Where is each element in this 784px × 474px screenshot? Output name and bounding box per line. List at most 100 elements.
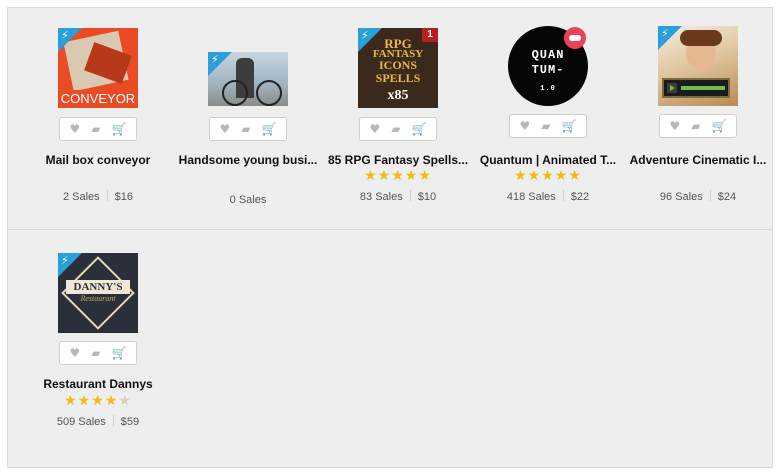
- thumbnail-artwork: [680, 30, 722, 46]
- stats-separator: [112, 415, 114, 426]
- star-icon: ★: [364, 168, 378, 184]
- stats-separator: [106, 190, 108, 201]
- count-badge: 1: [422, 28, 438, 42]
- lightning-icon: ⚡: [61, 29, 69, 42]
- star-icon: ★: [418, 168, 432, 184]
- item-actions: ♥ ▰ 🛒: [509, 114, 587, 138]
- sales-count: 2 Sales: [62, 191, 100, 203]
- lightning-icon: ⚡: [661, 27, 669, 40]
- star-icon: ★: [514, 168, 528, 184]
- thumbnail-text: ICONS: [378, 58, 417, 72]
- item-title[interactable]: Quantum | Animated T...: [473, 153, 623, 167]
- item-title[interactable]: Adventure Cinematic I...: [623, 153, 773, 167]
- item-actions: ♥ ▰ 🛒: [659, 114, 737, 138]
- play-icon: [667, 83, 677, 93]
- item-title[interactable]: 85 RPG Fantasy Spells...: [323, 153, 473, 167]
- item-thumbnail[interactable]: CONVEYOR ⚡: [58, 28, 138, 108]
- item-actions: ♥ ▰ 🛒: [59, 117, 137, 141]
- lightning-icon: ⚡: [61, 254, 69, 267]
- star-icon: ★: [404, 168, 419, 184]
- cart-icon[interactable]: 🛒: [112, 122, 127, 136]
- lightning-icon: ⚡: [211, 53, 219, 66]
- video-player: [662, 78, 730, 98]
- heart-icon[interactable]: ♥: [370, 122, 381, 136]
- thumbnail-text: SPELLS: [375, 71, 421, 85]
- sales-count: 418 Sales: [506, 191, 556, 203]
- featured-badge: ⚡: [58, 253, 82, 277]
- price: $24: [717, 191, 737, 203]
- thumbnail-text: QUAN: [531, 48, 565, 62]
- heart-icon[interactable]: ♥: [220, 122, 231, 136]
- thumbnail-text: DANNY'S: [66, 280, 130, 294]
- stats-separator: [562, 190, 564, 201]
- star-icon: ★: [568, 168, 582, 184]
- star-icon: ★: [527, 168, 542, 184]
- thumbnail-artwork: [256, 80, 282, 106]
- heart-icon[interactable]: ♥: [70, 346, 81, 360]
- items-grid: CONVEYOR ⚡ ♥ ▰ 🛒 Mail box conveyor 2 Sal…: [7, 7, 773, 468]
- folder-icon[interactable]: ▰: [91, 122, 100, 136]
- price: $16: [114, 191, 134, 203]
- item-stats: 2 Sales $16: [23, 190, 173, 203]
- thumbnail-text: 1.0: [540, 85, 556, 93]
- item-actions: ♥ ▰ 🛒: [209, 117, 287, 141]
- item-title[interactable]: Mail box conveyor: [23, 153, 173, 167]
- folder-icon[interactable]: ▰: [541, 119, 550, 133]
- lightning-icon: ⚡: [361, 29, 369, 42]
- cart-icon[interactable]: 🛒: [562, 119, 577, 133]
- cart-icon[interactable]: 🛒: [262, 122, 277, 136]
- toggle-badge: [564, 27, 586, 49]
- thumbnail-title: QUAN TUM- 1.0: [508, 48, 588, 97]
- star-icon: ★: [391, 168, 405, 184]
- star-icon: ★: [64, 393, 78, 409]
- item-thumbnail[interactable]: ⚡: [208, 52, 288, 106]
- sales-count: 509 Sales: [56, 416, 106, 428]
- thumbnail-text: x85: [387, 88, 409, 103]
- row-divider: [8, 229, 772, 230]
- sales-count: 83 Sales: [359, 191, 403, 203]
- star-icon: ★: [77, 393, 92, 409]
- cart-icon[interactable]: 🛒: [112, 346, 127, 360]
- toggle-icon: [569, 35, 581, 41]
- sales-count: 0 Sales: [229, 194, 267, 206]
- star-rating: ★★★★★: [23, 393, 173, 409]
- price: $22: [570, 191, 590, 203]
- folder-icon[interactable]: ▰: [391, 122, 400, 136]
- thumbnail-text: Restaurant: [80, 294, 116, 303]
- star-icon: ★: [541, 168, 555, 184]
- item-title[interactable]: Restaurant Dannys: [23, 377, 173, 391]
- star-icon: ★: [91, 393, 105, 409]
- thumbnail-text: TUM-: [531, 63, 565, 77]
- folder-icon[interactable]: ▰: [691, 119, 700, 133]
- featured-badge: ⚡: [658, 26, 682, 50]
- heart-icon[interactable]: ♥: [670, 119, 681, 133]
- item-actions: ♥ ▰ 🛒: [59, 341, 137, 365]
- item-thumbnail[interactable]: RPG FANTASY ICONS SPELLS x85 1 ⚡: [358, 28, 438, 108]
- cart-icon[interactable]: 🛒: [712, 119, 727, 133]
- thumbnail-caption: CONVEYOR: [58, 90, 138, 108]
- star-icon: ★: [554, 168, 569, 184]
- cart-icon[interactable]: 🛒: [412, 122, 427, 136]
- item-title[interactable]: Handsome young busi...: [173, 153, 323, 167]
- item-stats: 96 Sales $24: [623, 190, 773, 203]
- featured-badge: ⚡: [58, 28, 82, 52]
- item-stats: 83 Sales $10: [323, 190, 473, 203]
- folder-icon[interactable]: ▰: [241, 122, 250, 136]
- progress-bar: [681, 86, 725, 90]
- star-icon: ★: [377, 168, 392, 184]
- heart-icon[interactable]: ♥: [520, 119, 531, 133]
- item-thumbnail[interactable]: ⚡: [658, 26, 738, 106]
- thumbnail-artwork: [222, 80, 248, 106]
- item-thumbnail[interactable]: DANNY'S Restaurant ⚡: [58, 253, 138, 333]
- half-star-icon: ★: [118, 393, 132, 409]
- item-stats: 509 Sales $59: [23, 415, 173, 428]
- heart-icon[interactable]: ♥: [70, 122, 81, 136]
- item-stats: 418 Sales $22: [473, 190, 623, 203]
- thumbnail-title: DANNY'S Restaurant: [58, 280, 138, 303]
- price: $10: [417, 191, 437, 203]
- folder-icon[interactable]: ▰: [91, 346, 100, 360]
- stats-separator: [709, 190, 711, 201]
- featured-badge: ⚡: [358, 28, 382, 52]
- item-actions: ♥ ▰ 🛒: [359, 117, 437, 141]
- sales-count: 96 Sales: [659, 191, 703, 203]
